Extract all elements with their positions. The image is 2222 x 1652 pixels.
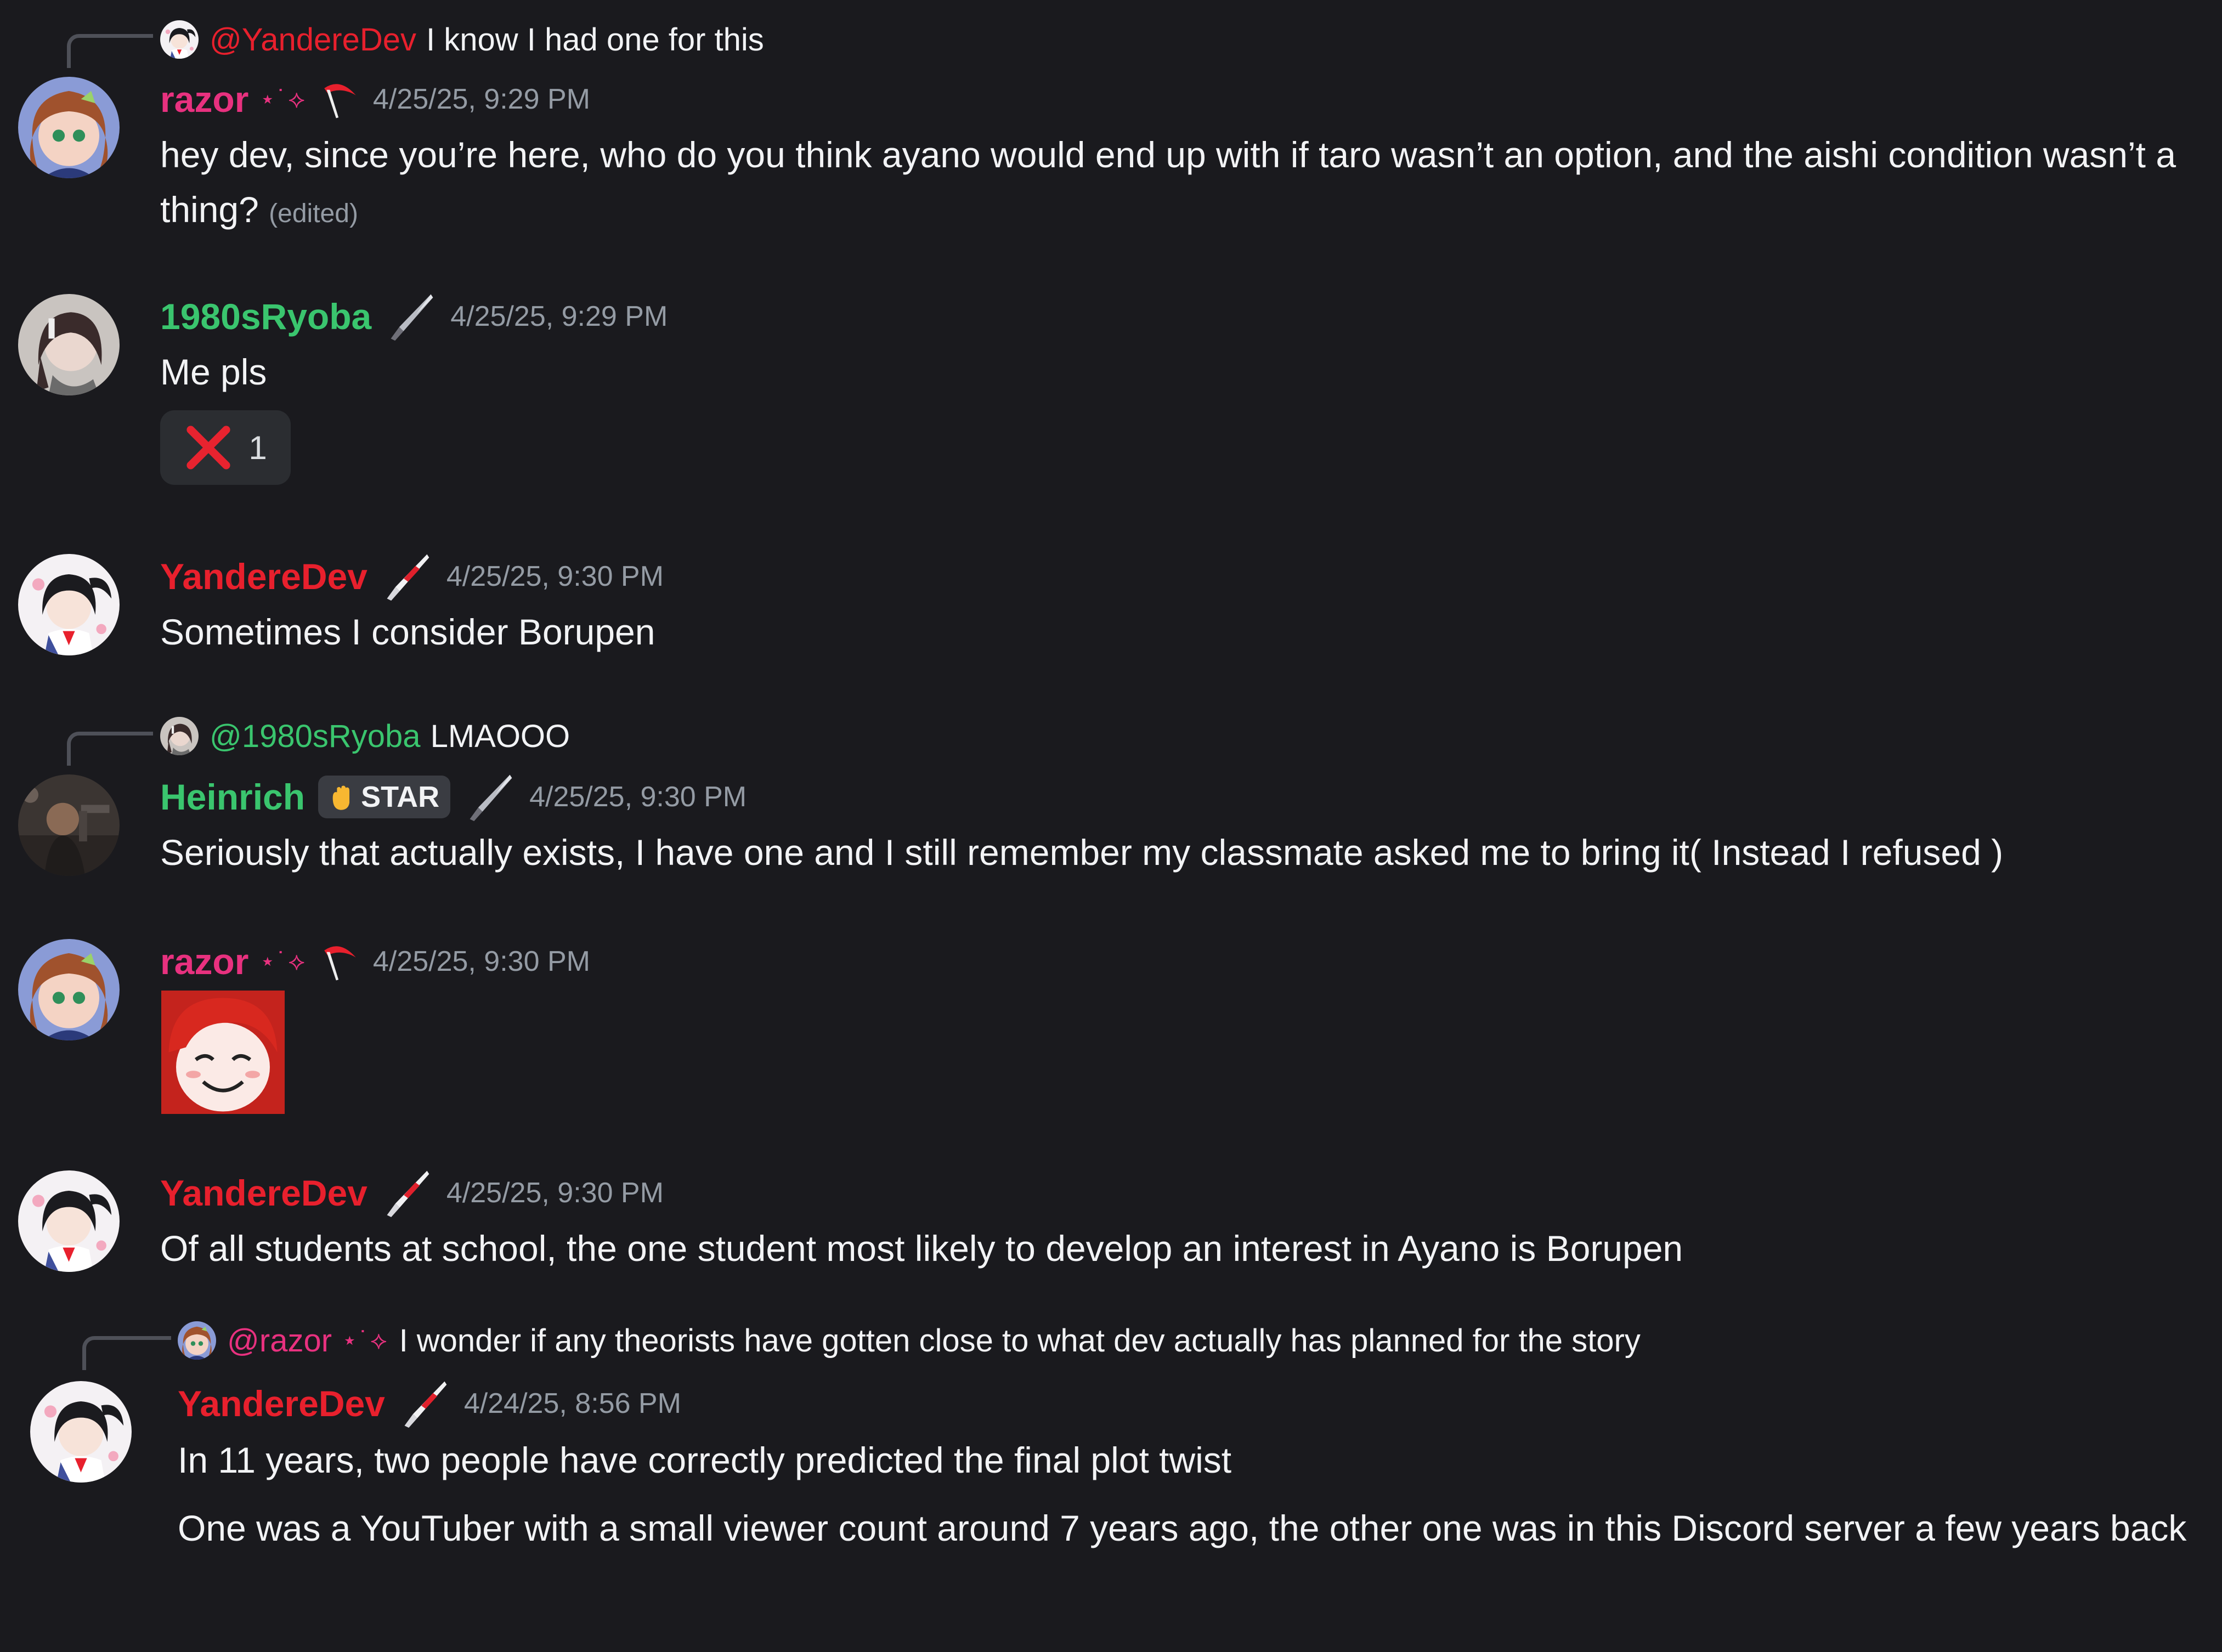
message-header: YandereDev 4/24/25, 8:56 PM — [178, 1379, 681, 1428]
bloody-knife-icon[interactable] — [398, 1377, 451, 1430]
message-text: Of all students at school, the one stude… — [160, 1228, 1683, 1269]
message-text: Me pls — [160, 352, 267, 392]
bloody-knife-icon[interactable] — [381, 550, 433, 603]
timestamp[interactable]: 4/25/25, 9:29 PM — [450, 300, 668, 333]
reply-mention[interactable]: @YandereDev — [210, 21, 416, 58]
badge-label: STAR — [361, 780, 440, 813]
timestamp[interactable]: 4/25/25, 9:30 PM — [373, 945, 590, 978]
reply-text: LMAOOO — [430, 718, 570, 754]
reply-avatar-1980sryoba — [160, 717, 199, 755]
username-razor[interactable]: razor — [160, 78, 248, 120]
scythe-icon[interactable] — [320, 80, 360, 119]
message-text: Seriously that actually exists, I have o… — [160, 832, 2004, 873]
message-header: razor ⋆˙⟡ 4/25/25, 9:29 PM — [160, 75, 590, 124]
message-header: razor ⋆˙⟡ 4/25/25, 9:30 PM — [160, 937, 590, 986]
knife-icon[interactable] — [463, 771, 516, 823]
reply-connector — [67, 34, 153, 68]
sparkle-decoration: ⋆˙⟡ — [259, 84, 307, 113]
avatar-yanderedev[interactable] — [30, 1381, 132, 1483]
avatar-razor[interactable] — [18, 77, 120, 178]
reply-mention[interactable]: @1980sRyoba — [210, 718, 421, 755]
username-heinrich[interactable]: Heinrich — [160, 776, 305, 818]
message-text: In 11 years, two people have correctly p… — [178, 1440, 1232, 1480]
message-header: Heinrich STAR 4/25/25, 9:30 PM — [160, 772, 747, 822]
star-role-badge[interactable]: STAR — [318, 776, 451, 818]
sparkle-decoration: ⋆˙⟡ — [342, 1326, 389, 1354]
username-yanderedev[interactable]: YandereDev — [160, 556, 367, 597]
reply-mention[interactable]: @razor — [227, 1322, 332, 1359]
reply-avatar-yanderedev — [160, 20, 199, 59]
reply-text: I wonder if any theorists have gotten cl… — [399, 1322, 1641, 1359]
message-header: 1980sRyoba 4/25/25, 9:29 PM — [160, 292, 668, 341]
timestamp[interactable]: 4/25/25, 9:30 PM — [529, 780, 747, 813]
scythe-icon[interactable] — [320, 942, 360, 981]
avatar-yanderedev[interactable] — [18, 1170, 120, 1272]
message-text: hey dev, since you’re here, who do you t… — [160, 127, 2190, 241]
reply-preview[interactable]: @1980sRyoba LMAOOO — [160, 714, 570, 758]
timestamp[interactable]: 4/24/25, 8:56 PM — [464, 1387, 681, 1420]
reply-avatar-razor — [178, 1321, 216, 1360]
reply-connector — [67, 732, 153, 766]
username-razor[interactable]: razor — [160, 941, 248, 982]
reaction-count: 1 — [248, 429, 267, 466]
message-text: Sometimes I consider Borupen — [160, 612, 655, 652]
reply-preview[interactable]: @YandereDev I know I had one for this — [160, 18, 764, 61]
hand-icon — [332, 785, 350, 810]
sparkle-decoration: ⋆˙⟡ — [259, 947, 307, 975]
message-text-continued: One was a YouTuber with a small viewer c… — [178, 1508, 2187, 1548]
message-content: hey dev, since you’re here, who do you t… — [160, 134, 2176, 230]
bloody-knife-icon[interactable] — [381, 1167, 433, 1219]
timestamp[interactable]: 4/25/25, 9:30 PM — [446, 560, 664, 593]
cross-mark-icon — [186, 426, 230, 469]
username-yanderedev[interactable]: YandereDev — [160, 1172, 367, 1214]
reply-preview[interactable]: @razor ⋆˙⟡ I wonder if any theorists hav… — [178, 1319, 1641, 1362]
timestamp[interactable]: 4/25/25, 9:29 PM — [373, 83, 590, 116]
avatar-1980sryoba[interactable] — [18, 294, 120, 395]
username-1980sryoba[interactable]: 1980sRyoba — [160, 296, 371, 337]
reaction-button[interactable]: 1 — [160, 410, 291, 485]
reply-text: I know I had one for this — [426, 21, 764, 58]
reply-connector — [82, 1336, 171, 1370]
timestamp[interactable]: 4/25/25, 9:30 PM — [446, 1176, 664, 1209]
avatar-heinrich[interactable] — [18, 774, 120, 876]
edited-label: (edited) — [269, 199, 358, 228]
smiling-redhead-sticker[interactable] — [161, 991, 285, 1114]
message-header: YandereDev 4/25/25, 9:30 PM — [160, 552, 664, 601]
knife-icon[interactable] — [385, 290, 437, 343]
username-yanderedev[interactable]: YandereDev — [178, 1383, 385, 1424]
avatar-razor[interactable] — [18, 939, 120, 1040]
avatar-yanderedev[interactable] — [18, 554, 120, 655]
message-header: YandereDev 4/25/25, 9:30 PM — [160, 1168, 664, 1218]
chat-log: @YandereDev I know I had one for this ra… — [0, 0, 2222, 1652]
